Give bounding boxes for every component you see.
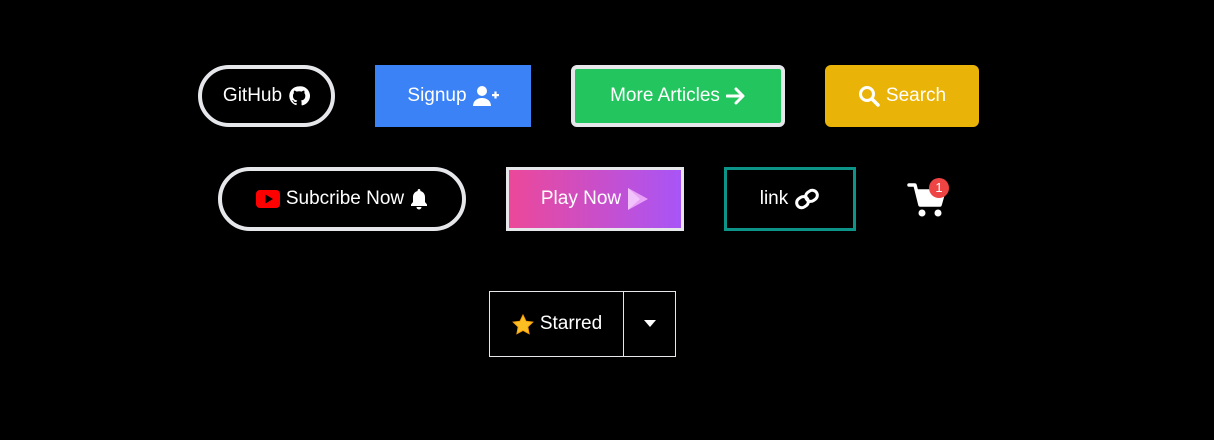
arrow-right-icon [725,87,745,105]
play-now-button-label: Play Now [540,188,622,209]
button-showcase: GitHub Signup More Articles Search Subcr… [0,0,1214,440]
signup-button-label: Signup [407,85,467,106]
link-button[interactable]: link [724,167,856,231]
search-button[interactable]: Search [825,65,979,127]
more-articles-button[interactable]: More Articles [571,65,785,127]
user-plus-icon [472,86,499,106]
more-articles-button-label: More Articles [610,85,720,106]
github-button[interactable]: GitHub [198,65,335,127]
signup-button[interactable]: Signup [375,65,531,127]
subscribe-button-label: Subcribe Now [285,188,405,209]
link-icon [795,188,820,210]
cart-badge: 1 [929,178,949,198]
bell-icon [411,189,428,210]
github-button-label: GitHub [222,85,283,106]
caret-down-icon [643,320,656,327]
cart-button[interactable]: 1 [903,178,951,222]
dropdown-toggle-button[interactable] [623,291,676,357]
search-button-label: Search [885,85,947,106]
star-icon [511,313,534,335]
subscribe-button[interactable]: Subcribe Now [218,167,466,231]
github-icon [289,86,311,106]
play-store-icon [628,188,649,210]
search-icon [858,86,880,107]
play-now-button[interactable]: Play Now [506,167,684,231]
starred-button-label: Starred [539,313,603,334]
youtube-icon [255,190,280,208]
starred-button[interactable]: Starred [489,291,625,357]
link-button-label: link [759,188,789,209]
